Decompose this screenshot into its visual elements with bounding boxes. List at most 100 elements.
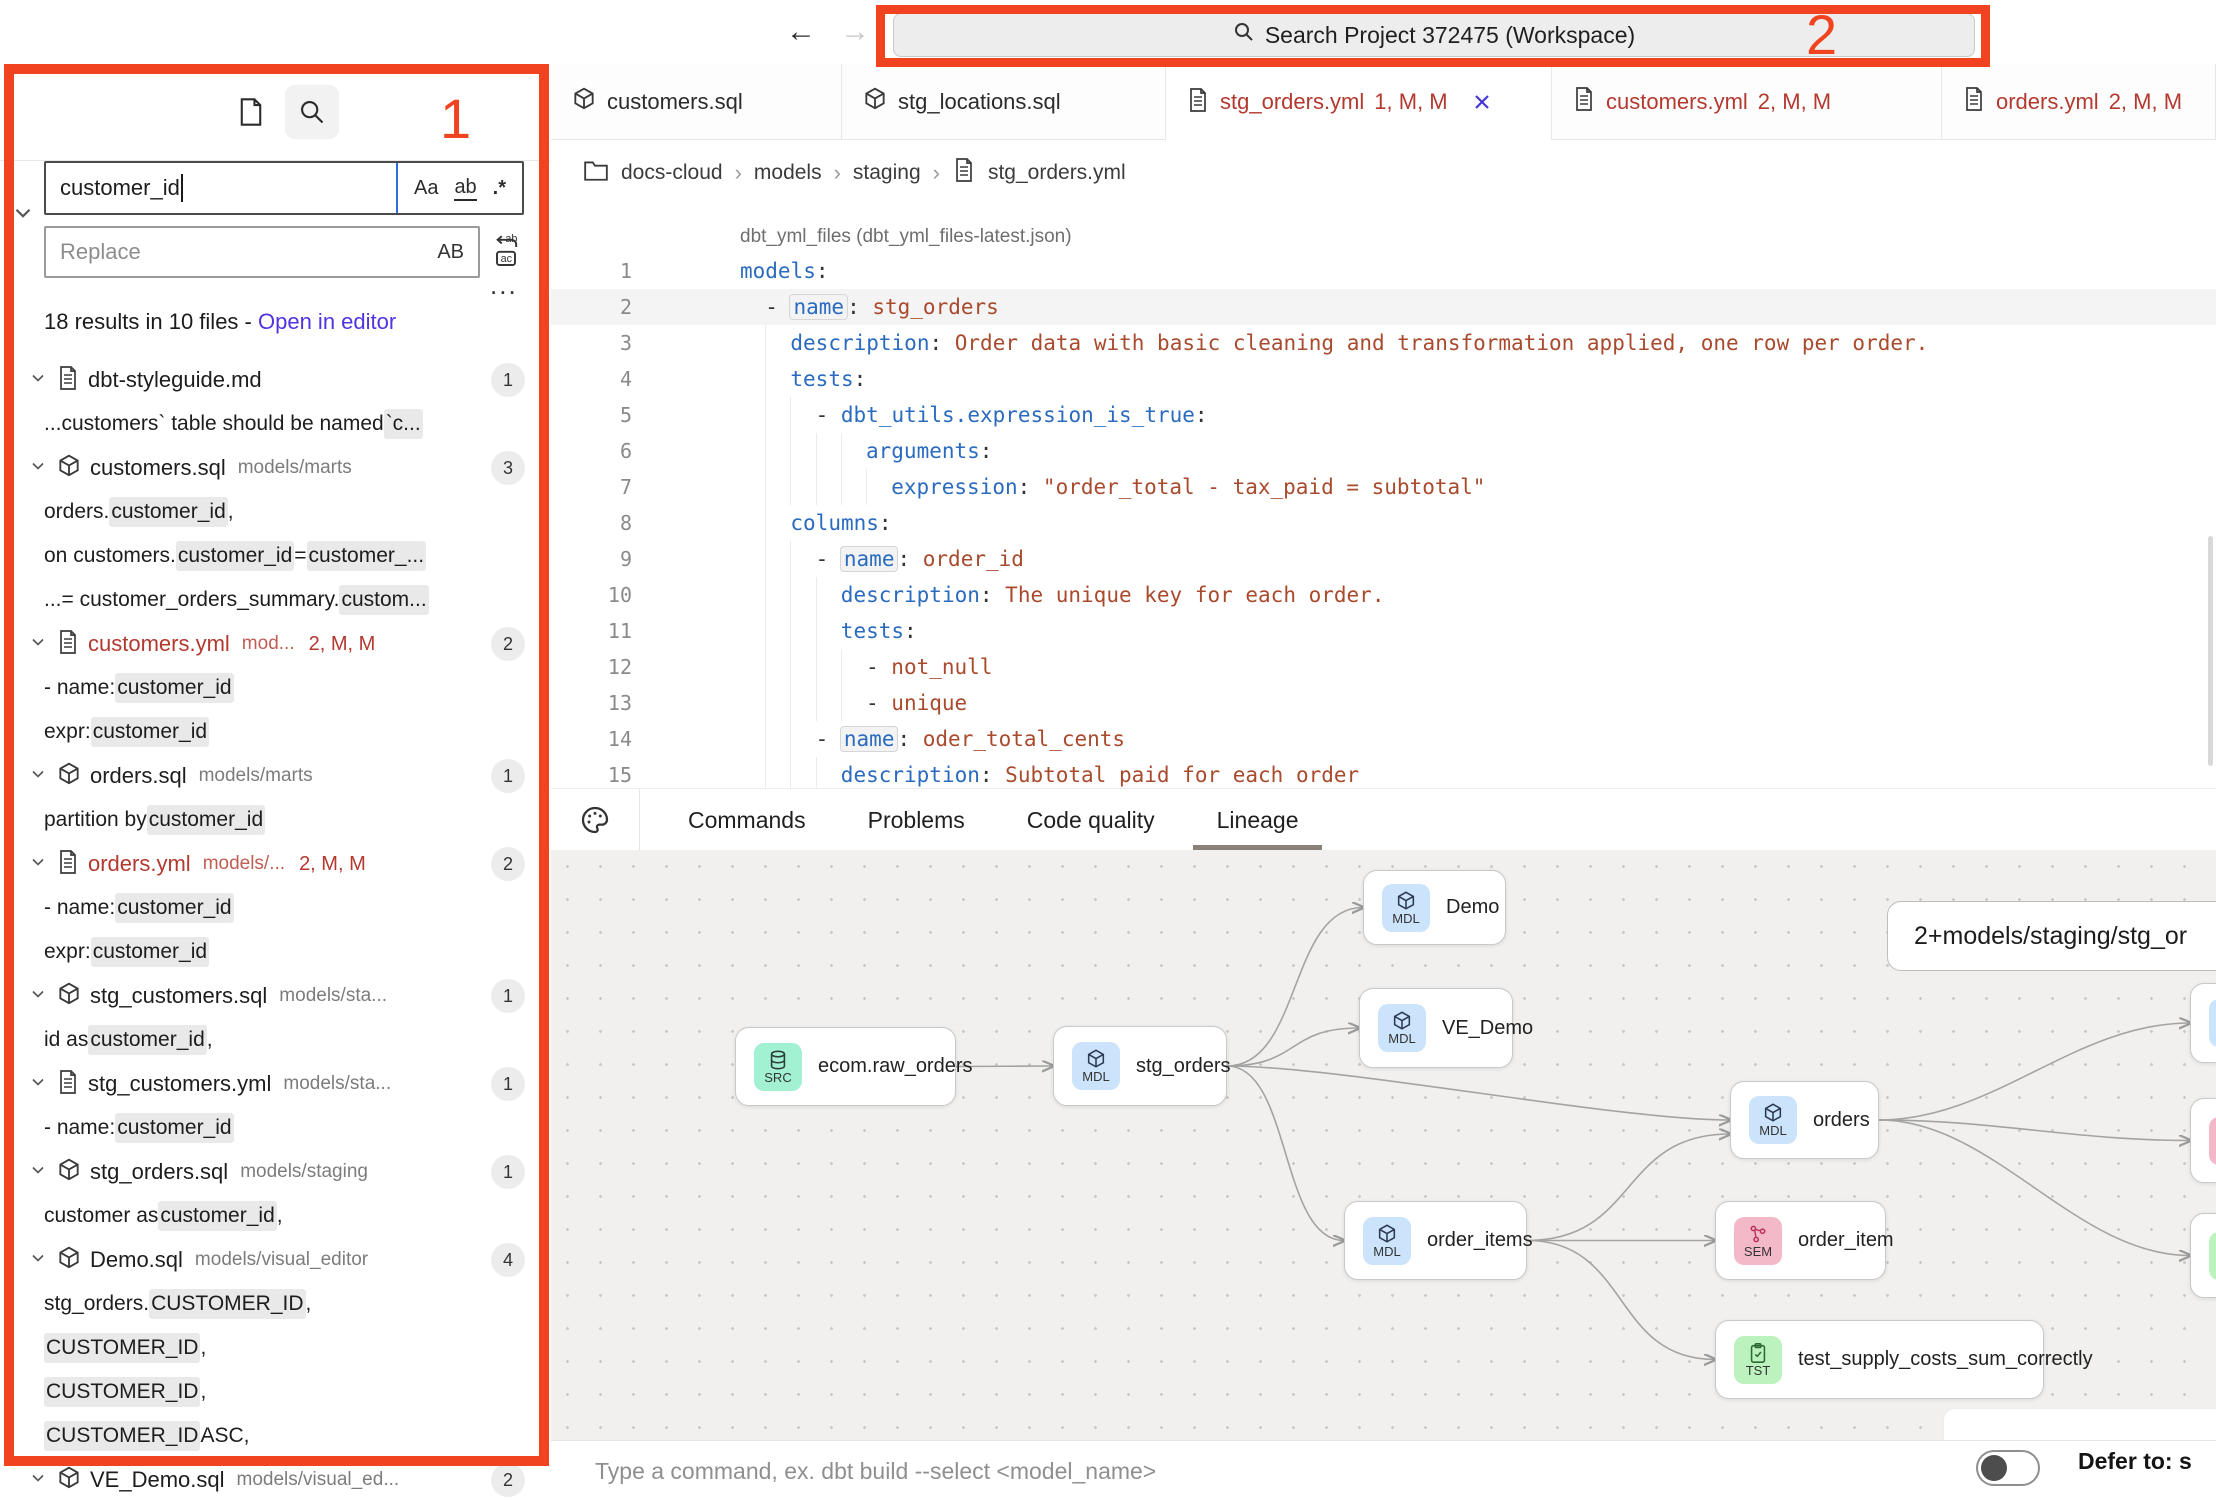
panel-tab-commands[interactable]: Commands [688,789,806,851]
result-match-row[interactable]: partition by customer_id [0,798,551,842]
panel-tab-problems[interactable]: Problems [868,789,965,851]
breadcrumb-item[interactable]: docs-cloud [621,161,723,185]
tab-modified-suffix: 2, M, M [1758,89,1831,115]
chevron-down-icon[interactable] [28,984,48,1009]
result-file-row[interactable]: VE_Demo.sqlmodels/visual_ed...2 [0,1458,551,1500]
result-file-row[interactable]: customers.ymlmod...2, M, M2 [0,622,551,666]
result-match-row[interactable]: orders.customer_id, [0,490,551,534]
code-line[interactable]: 8columns: [551,505,2216,541]
result-match-row[interactable]: stg_orders.CUSTOMER_ID, [0,1282,551,1326]
file-explorer-button[interactable] [224,85,278,139]
tab-customers.sql[interactable]: customers.sql [551,64,842,140]
result-match-row[interactable]: customer as customer_id, [0,1194,551,1238]
result-file-row[interactable]: stg_orders.sqlmodels/staging1 [0,1150,551,1194]
editor-scrollbar[interactable] [2208,536,2213,766]
breadcrumb-item[interactable]: staging [853,161,921,185]
more-actions-button[interactable]: ... [490,270,518,301]
chevron-down-icon[interactable] [28,632,48,657]
match-case-button[interactable]: Aa [414,177,438,200]
code-line[interactable]: 9- name: order_id [551,541,2216,577]
chevron-down-icon[interactable] [28,456,48,481]
tab-customers.yml[interactable]: customers.yml 2, M, M [1552,64,1942,140]
replace-input[interactable]: Replace AB [44,226,480,278]
result-match-row[interactable]: expr: customer_id [0,710,551,754]
lineage-node-Demo[interactable]: MDLDemo [1363,870,1506,945]
back-arrow-icon[interactable]: ← [786,0,816,64]
chevron-down-icon[interactable] [28,1468,48,1493]
result-match-row[interactable]: ...customers` table should be named `c..… [0,402,551,446]
chevron-down-icon[interactable] [28,368,48,393]
code-line[interactable]: 14- name: oder_total_cents [551,721,2216,757]
chevron-down-icon[interactable] [28,1072,48,1097]
search-input[interactable]: customer_id Aa ab .* [44,161,524,215]
result-match-row[interactable]: CUSTOMER_ID, [0,1326,551,1370]
code-line[interactable]: 3description: Order data with basic clea… [551,325,2216,361]
panel-tab-code-quality[interactable]: Code quality [1027,789,1155,851]
close-icon[interactable] [1472,92,1492,112]
tab-stg_orders.yml[interactable]: stg_orders.yml1, M, M [1166,64,1552,140]
project-search-bar[interactable]: Search Project 372475 (Workspace) [893,13,1975,57]
result-file-row[interactable]: stg_customers.sqlmodels/sta...1 [0,974,551,1018]
code-line[interactable]: 15description: Subtotal paid for each or… [551,757,2216,788]
code-line[interactable]: 7expression: "order_total - tax_paid = s… [551,469,2216,505]
result-count-badge: 1 [491,1067,525,1101]
result-match-row[interactable]: - name: customer_id [0,1106,551,1150]
chevron-down-icon[interactable] [28,852,48,877]
result-match-row[interactable]: - name: customer_id [0,886,551,930]
code-line[interactable]: 12- not_null [551,649,2216,685]
svg-text:ab: ab [505,233,517,245]
result-match-row[interactable]: id as customer_id, [0,1018,551,1062]
code-line[interactable]: 13- unique [551,685,2216,721]
lineage-node-stg_orders[interactable]: MDLstg_orders [1053,1026,1227,1106]
command-bar[interactable]: Type a command, ex. dbt build --select <… [551,1440,2216,1500]
lineage-node-orders[interactable]: MDLorders [1730,1081,1879,1159]
defer-toggle[interactable] [1976,1450,2040,1486]
code-line[interactable]: 11tests: [551,613,2216,649]
code-line[interactable]: 6arguments: [551,433,2216,469]
result-match-row[interactable]: CUSTOMER_ID, [0,1370,551,1414]
code-line[interactable]: 4tests: [551,361,2216,397]
lineage-node-order_items[interactable]: MDLorder_items [1344,1201,1527,1280]
lineage-node-ecom.raw_orders[interactable]: SRCecom.raw_orders [735,1027,956,1106]
code-line[interactable]: 2- name: stg_orders [551,289,2216,325]
tab-orders.yml[interactable]: orders.yml2, M, M [1942,64,2216,140]
open-in-editor-link[interactable]: Open in editor [258,309,396,334]
result-match-row[interactable]: - name: customer_id [0,666,551,710]
result-match-row[interactable]: CUSTOMER_ID ASC, [0,1414,551,1458]
result-match-row[interactable]: on customers.customer_id = customer_... [0,534,551,578]
result-file-row[interactable]: dbt-styleguide.md1 [0,358,551,402]
result-file-row[interactable]: orders.ymlmodels/...2, M, M2 [0,842,551,886]
replace-all-icon[interactable]: abac [491,230,527,275]
result-file-row[interactable]: Demo.sqlmodels/visual_editor4 [0,1238,551,1282]
lineage-node-order_item[interactable]: SEMorder_item [1715,1201,1886,1280]
code-line[interactable]: 5- dbt_utils.expression_is_true: [551,397,2216,433]
lineage-node-tst-partial[interactable]: TST [2190,1213,2216,1298]
breadcrumb-item[interactable]: models [754,161,822,185]
preserve-case-button[interactable]: AB [437,241,478,264]
tab-stg_locations.sql[interactable]: stg_locations.sql [842,64,1166,140]
lineage-node-sem-partial[interactable]: SEM [2190,1098,2216,1183]
lineage-node-mdl-partial[interactable]: MDL [2190,983,2216,1063]
lineage-canvas[interactable]: 2+models/staging/stg_or SRCecom.raw_orde… [551,850,2216,1440]
theme-palette-button[interactable] [551,789,640,851]
result-match-row[interactable]: expr: customer_id [0,930,551,974]
chevron-down-icon[interactable] [28,1248,48,1273]
whole-word-button[interactable]: ab [454,176,476,201]
result-file-row[interactable]: stg_customers.ymlmodels/sta...1 [0,1062,551,1106]
regex-button[interactable]: .* [493,177,506,200]
result-match-row[interactable]: ...= customer_orders_summary.custom... [0,578,551,622]
search-panel-button[interactable] [285,85,339,139]
code-line[interactable]: 10description: The unique key for each o… [551,577,2216,613]
chevron-down-icon[interactable] [28,764,48,789]
code-editor[interactable]: dbt_yml_files (dbt_yml_files-latest.json… [551,206,2216,788]
chevron-down-icon[interactable] [28,1160,48,1185]
result-count-badge: 3 [491,451,525,485]
result-file-row[interactable]: orders.sqlmodels/marts1 [0,754,551,798]
tab-label: customers.yml [1606,89,1748,115]
panel-tab-lineage[interactable]: Lineage [1217,789,1299,851]
lineage-node-test_supply_costs_sum_correctly[interactable]: TSTtest_supply_costs_sum_correctly [1715,1320,2044,1399]
result-file-row[interactable]: customers.sqlmodels/marts3 [0,446,551,490]
lineage-node-VE_Demo[interactable]: MDLVE_Demo [1359,988,1513,1068]
toggle-replace-chevron[interactable] [10,200,36,231]
code-line[interactable]: 1models: [551,253,2216,289]
